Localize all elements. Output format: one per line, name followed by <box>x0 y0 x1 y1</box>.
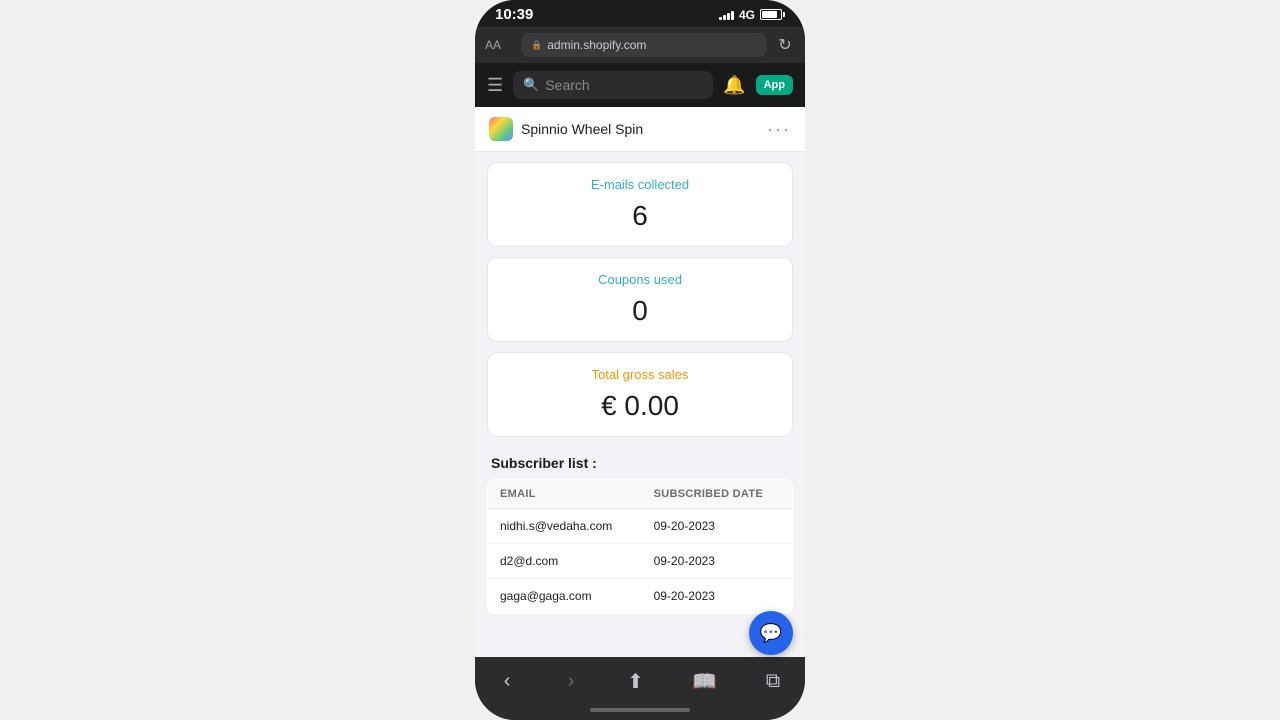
coupons-value: 0 <box>504 295 776 327</box>
emails-value: 6 <box>504 200 776 232</box>
status-bar: 10:39 4G <box>475 0 805 27</box>
date-column-header: SUBSCRIBED DATE <box>642 480 793 509</box>
app-badge-button[interactable]: App <box>756 75 793 95</box>
table-row: d2@d.com09-20-2023 <box>488 544 793 579</box>
app-header-left: Spinnio Wheel Spin <box>489 117 643 141</box>
signal-icon <box>719 9 734 20</box>
phone-frame: 10:39 4G AA 🔒 admin.shopify.com ↻ <box>475 0 805 720</box>
subscriber-email: d2@d.com <box>488 544 642 579</box>
browser-bar: AA 🔒 admin.shopify.com ↻ <box>475 27 805 63</box>
status-icons: 4G <box>719 8 785 22</box>
table-row: nidhi.s@vedaha.com09-20-2023 <box>488 509 793 544</box>
subscriber-email: gaga@gaga.com <box>488 579 642 614</box>
bookmarks-button[interactable]: 📖 <box>680 665 729 698</box>
forward-button[interactable]: › <box>551 666 591 697</box>
subscriber-list-title: Subscriber list : <box>487 447 793 479</box>
hamburger-button[interactable]: ☰ <box>487 75 503 96</box>
back-button[interactable]: ‹ <box>487 666 527 697</box>
share-button[interactable]: ⬆ <box>615 665 656 698</box>
stats-area: E-mails collected 6 Coupons used 0 Total… <box>475 152 805 447</box>
search-bar[interactable]: 🔍 Search <box>513 71 713 99</box>
chat-fab-button[interactable]: 💬 <box>749 611 793 655</box>
app-header: Spinnio Wheel Spin ··· <box>475 107 805 152</box>
refresh-button[interactable]: ↻ <box>775 35 795 55</box>
shopify-toolbar: ☰ 🔍 Search 🔔 App <box>475 63 805 107</box>
subscriber-date: 09-20-2023 <box>642 579 793 614</box>
network-label: 4G <box>739 8 755 22</box>
subscriber-section: Subscriber list : EMAIL SUBSCRIBED DATE … <box>475 447 805 626</box>
subscriber-date: 09-20-2023 <box>642 544 793 579</box>
main-content: Spinnio Wheel Spin ··· E-mails collected… <box>475 107 805 657</box>
app-name: Spinnio Wheel Spin <box>521 121 643 137</box>
gross-sales-card: Total gross sales € 0.00 <box>487 352 793 437</box>
search-icon: 🔍 <box>523 77 539 93</box>
subscriber-email: nidhi.s@vedaha.com <box>488 509 642 544</box>
sales-value: € 0.00 <box>504 390 776 422</box>
url-bar[interactable]: 🔒 admin.shopify.com <box>521 33 767 57</box>
search-label: Search <box>545 77 589 93</box>
url-text: admin.shopify.com <box>547 38 646 52</box>
tabs-button[interactable]: ⧉ <box>753 666 793 697</box>
aa-label[interactable]: AA <box>485 38 513 52</box>
more-options-button[interactable]: ··· <box>767 119 791 140</box>
emails-label: E-mails collected <box>504 177 776 192</box>
bottom-browser-bar: ‹ › ⬆ 📖 ⧉ <box>475 657 805 702</box>
table-row: gaga@gaga.com09-20-2023 <box>488 579 793 614</box>
app-logo-icon <box>489 117 513 141</box>
sales-label: Total gross sales <box>504 367 776 382</box>
chat-icon: 💬 <box>760 623 782 644</box>
lock-icon: 🔒 <box>531 40 542 51</box>
battery-icon <box>760 9 785 20</box>
subscriber-date: 09-20-2023 <box>642 509 793 544</box>
coupons-label: Coupons used <box>504 272 776 287</box>
email-column-header: EMAIL <box>488 480 642 509</box>
notification-bell-button[interactable]: 🔔 <box>723 75 745 96</box>
coupons-used-card: Coupons used 0 <box>487 257 793 342</box>
home-bar <box>590 708 690 712</box>
status-time: 10:39 <box>495 6 533 23</box>
home-indicator <box>475 702 805 720</box>
emails-collected-card: E-mails collected 6 <box>487 162 793 247</box>
subscriber-table: EMAIL SUBSCRIBED DATE nidhi.s@vedaha.com… <box>487 479 793 614</box>
